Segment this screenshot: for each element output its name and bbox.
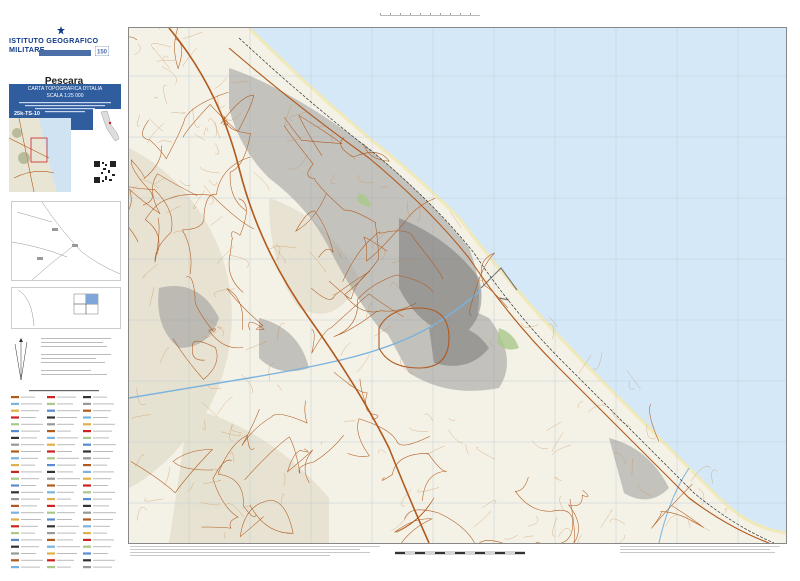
series-scale: SCALA 1:25 000: [46, 93, 84, 99]
anniversary-logo: 150: [95, 46, 109, 56]
edition-bar: [39, 50, 91, 56]
bottom-notes-left: [130, 546, 380, 556]
map-frame: [128, 27, 787, 544]
adjoining-sheets-diagram: [11, 287, 121, 329]
sidebar: ISTITUTO GEOGRAFICO MILITARE 150 Pescara…: [7, 22, 123, 575]
overview-thumbnail: [9, 118, 71, 192]
svg-text:150: 150: [97, 50, 108, 56]
emblem-icon: [57, 26, 65, 35]
italy-locator-icon: [93, 109, 123, 149]
sheet-code: 25k-TS-10: [12, 111, 42, 117]
institute-header: ISTITUTO GEOGRAFICO MILITARE 150: [9, 26, 119, 66]
bottom-notes-right: [620, 546, 780, 553]
qr-code-icon: [93, 160, 117, 184]
declination-diagram: [11, 332, 119, 384]
scale-bar: [395, 551, 525, 555]
map-legend: [9, 388, 121, 574]
top-margin-marks: [380, 13, 480, 16]
series-name: CARTA TOPOGRAFICA D'ITALIA: [27, 86, 103, 92]
sheet-index-map: [11, 201, 121, 281]
topographic-map[interactable]: [129, 28, 786, 543]
map-sheet: ISTITUTO GEOGRAFICO MILITARE 150 Pescara…: [0, 0, 800, 581]
